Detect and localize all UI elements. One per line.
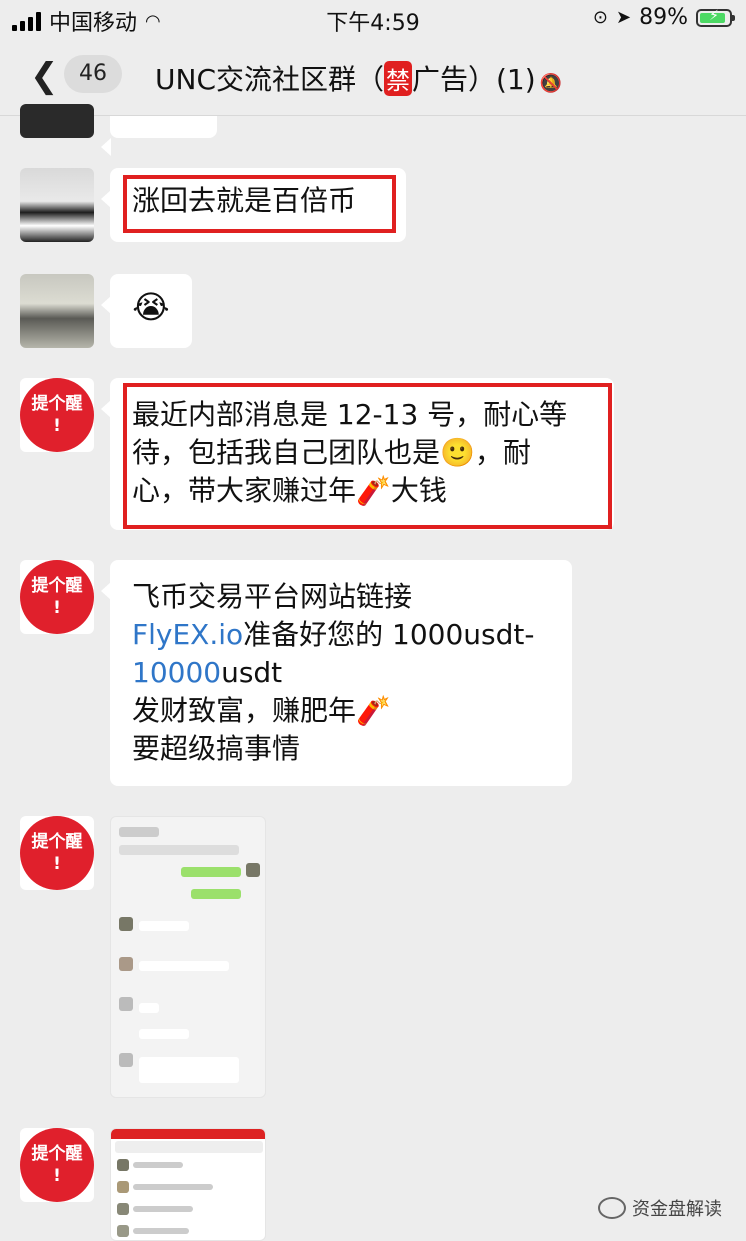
link[interactable]: FlyEX.io (132, 618, 243, 651)
message-text: 飞币交易平台网站链接 (132, 580, 413, 613)
watermark: 资金盘解读 (598, 1195, 722, 1221)
image-message[interactable] (110, 816, 266, 1098)
highlight-box (123, 383, 612, 529)
avatar[interactable] (20, 168, 94, 242)
image-message[interactable] (110, 1128, 266, 1241)
message-bubble[interactable]: 😭 (101, 274, 192, 348)
message-bubble[interactable]: 飞币交易平台网站链接 FlyEX.io准备好您的 1000usdt- 10000… (101, 560, 572, 786)
chat-title: UNC交流社区群（禁广告）(1) 🔕 (155, 61, 563, 96)
message-text: 要超级搞事情 (132, 732, 301, 765)
chat-header: ❮ 46 UNC交流社区群（禁广告）(1) 🔕 (0, 36, 746, 116)
ban-icon: 禁 (384, 61, 412, 96)
message-bubble-partial[interactable] (101, 116, 217, 156)
avatar[interactable]: 提个醒! (20, 378, 94, 452)
crying-emoji-icon: 😭 (132, 288, 170, 326)
mute-bell-icon: 🔕 (539, 73, 563, 94)
avatar[interactable]: 提个醒! (20, 816, 94, 890)
avatar[interactable]: 提个醒! (20, 560, 94, 634)
avatar[interactable] (20, 104, 94, 138)
status-bar: 中国移动 ◠ 下午4:59 ⊙ ➤ 89% ⚡ (0, 0, 746, 36)
avatar[interactable] (20, 274, 94, 348)
unread-count-badge[interactable]: 46 (64, 55, 122, 93)
avatar[interactable]: 提个醒! (20, 1128, 94, 1202)
back-chevron-icon[interactable]: ❮ (30, 56, 59, 96)
orientation-lock-icon: ⊙ (592, 7, 608, 28)
wechat-icon (598, 1197, 626, 1219)
location-icon: ➤ (616, 7, 632, 28)
battery-icon: ⚡ (696, 8, 735, 27)
battery-percent: 89% (639, 5, 688, 30)
message-text: 发财致富，赚肥年🧨 (132, 694, 391, 727)
link[interactable]: 10000 (132, 656, 221, 689)
highlight-box (123, 175, 396, 233)
